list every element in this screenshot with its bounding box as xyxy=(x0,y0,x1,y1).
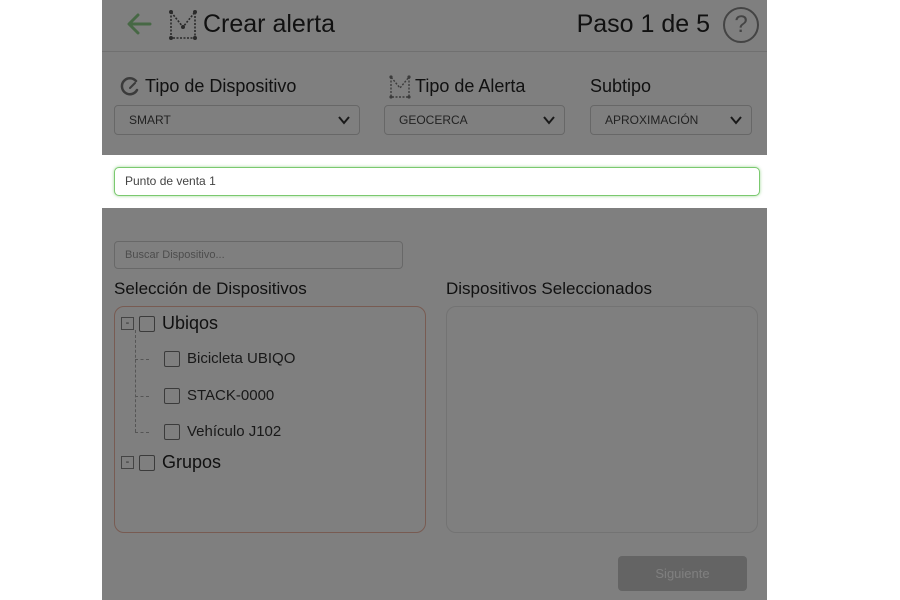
tree-node-ubiqos[interactable]: - Ubiqos xyxy=(121,313,218,334)
tree-node-device[interactable]: STACK-0000 xyxy=(164,387,274,404)
chevron-down-icon xyxy=(543,116,555,125)
selected-devices-list xyxy=(446,306,758,533)
subtype-label: Subtipo xyxy=(590,76,652,96)
collapse-toggle-icon[interactable]: - xyxy=(121,456,134,469)
collapse-toggle-icon[interactable]: - xyxy=(121,317,134,330)
tree-node-label: STACK-0000 xyxy=(187,387,275,404)
device-type-value: SMART xyxy=(129,113,171,127)
tree-node-device[interactable]: Vehículo J102 xyxy=(164,423,281,440)
checkbox[interactable] xyxy=(139,454,155,471)
tree-connector xyxy=(135,330,136,432)
tree-connector xyxy=(135,432,149,433)
alert-type-label: Tipo de Alerta xyxy=(415,76,526,96)
checkbox[interactable] xyxy=(164,423,180,440)
back-arrow-icon[interactable] xyxy=(124,9,154,39)
tree-node-grupos[interactable]: - Grupos xyxy=(121,452,221,473)
geofence-alert-icon xyxy=(389,75,411,99)
device-tree xyxy=(114,306,426,533)
next-button[interactable]: Siguiente xyxy=(618,556,747,591)
geofence-brand-icon xyxy=(169,9,197,40)
tree-connector xyxy=(135,396,149,397)
alert-type-value: GEOCERCA xyxy=(399,113,468,127)
checkbox[interactable] xyxy=(164,350,180,367)
alert-wizard-panel: Crear alerta Paso 1 de 5 ? Tipo de Dispo… xyxy=(102,0,767,600)
checkbox[interactable] xyxy=(164,387,180,404)
tree-node-device[interactable]: Bicicleta UBIQO xyxy=(164,350,295,367)
device-search-input[interactable]: Buscar Dispositivo... xyxy=(114,241,403,269)
tree-node-label: Ubiqos xyxy=(162,313,219,333)
tree-connector xyxy=(135,359,149,360)
alert-type-select[interactable]: GEOCERCA xyxy=(384,105,565,135)
help-icon[interactable]: ? xyxy=(723,7,759,43)
tree-node-label: Bicicleta UBIQO xyxy=(187,350,296,367)
gauge-icon xyxy=(120,76,139,96)
subtype-value: APROXIMACIÓN xyxy=(605,113,699,127)
tree-node-label: Grupos xyxy=(162,452,222,472)
device-type-select[interactable]: SMART xyxy=(114,105,360,135)
wizard-header: Crear alerta Paso 1 de 5 ? xyxy=(102,0,767,52)
alert-name-input[interactable]: Punto de venta 1 xyxy=(114,167,760,196)
chevron-down-icon xyxy=(338,116,350,125)
chevron-down-icon xyxy=(730,116,742,125)
selected-devices-title: Dispositivos Seleccionados xyxy=(446,279,652,298)
step-indicator: Paso 1 de 5 xyxy=(576,10,710,38)
checkbox[interactable] xyxy=(139,315,155,332)
device-type-label: Tipo de Dispositivo xyxy=(145,76,297,96)
page-title: Crear alerta xyxy=(203,10,335,38)
tree-node-label: Vehículo J102 xyxy=(187,423,282,440)
device-selection-title: Selección de Dispositivos xyxy=(114,279,307,298)
subtype-select[interactable]: APROXIMACIÓN xyxy=(590,105,752,135)
